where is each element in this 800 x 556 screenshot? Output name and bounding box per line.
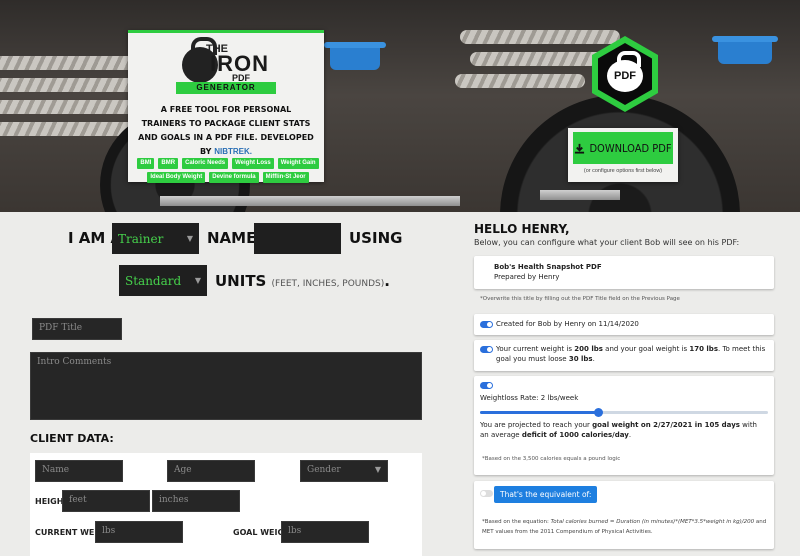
tag-weight-loss: Weight Loss <box>232 158 274 169</box>
weightloss-rate-slider[interactable] <box>480 408 768 417</box>
using-text: USING <box>349 229 403 247</box>
weightloss-rate-card: Weightloss Rate: 2 lbs/week You are proj… <box>474 376 774 475</box>
units-word: UNITS <box>215 272 267 290</box>
tag-bmr: BMR <box>158 158 179 169</box>
tag-bmi: BMI <box>137 158 155 169</box>
trainer-name-input[interactable] <box>254 223 341 254</box>
height-inches-input[interactable]: inches <box>152 490 240 512</box>
units-note: (FEET, INCHES, POUNDS) <box>271 279 385 289</box>
tag-ideal-body-weight: Ideal Body Weight <box>147 172 206 183</box>
created-card: Created for Bob by Henry on 11/14/2020 <box>474 314 774 335</box>
role-select[interactable]: Trainer ▼ <box>112 223 199 254</box>
client-name-input[interactable]: Name <box>35 460 123 482</box>
feature-tags: BMI BMR Caloric Needs Weight Loss Weight… <box>136 158 320 183</box>
weightloss-rate-toggle[interactable] <box>480 382 493 389</box>
projection-text: You are projected to reach your goal wei… <box>480 420 765 440</box>
role-value: Trainer <box>118 231 164 246</box>
deficit-value: deficit of 1000 calories/day <box>521 431 629 439</box>
barbell-image <box>160 196 460 206</box>
name-placeholder: Name <box>42 465 70 475</box>
client-age-input[interactable]: Age <box>167 460 255 482</box>
age-placeholder: Age <box>174 465 192 475</box>
text-segment: . <box>628 431 632 439</box>
goal-weight-value: 170 lbs <box>689 345 718 353</box>
intro-comments-textarea[interactable]: Intro Comments <box>30 352 422 420</box>
equation-note: *Based on the equation: Total calories b… <box>482 517 767 537</box>
equivalent-button[interactable]: That's the equivalent of: <box>494 486 598 503</box>
slider-thumb[interactable] <box>594 408 604 417</box>
inches-placeholder: inches <box>159 495 189 505</box>
download-pdf-button[interactable]: DOWNLOAD PDF <box>573 132 673 164</box>
tool-description: A FREE TOOL FOR PERSONAL TRAINERS TO PAC… <box>138 103 314 159</box>
weight-loss-value: 30 lbs <box>568 355 593 363</box>
rope-image <box>470 52 610 66</box>
chevron-down-icon: ▼ <box>374 465 381 474</box>
text-segment: Weightloss Rate: <box>480 394 541 402</box>
pdf-title-text: Bob's Health Snapshot PDF <box>494 263 602 271</box>
pdf-title-card: Bob's Health Snapshot PDF Prepared by He… <box>474 256 774 289</box>
download-note: (or configure options first below) <box>583 168 663 174</box>
configure-subtitle: Below, you can configure what your clien… <box>474 238 740 247</box>
weight-goal-text: Your current weight is 200 lbs and your … <box>496 344 766 364</box>
current-weight-placeholder: lbs <box>102 526 116 536</box>
units-value: Standard <box>125 273 182 288</box>
goal-weight-input[interactable]: lbs <box>281 521 369 543</box>
logo-ribbon: GENERATOR <box>176 82 276 94</box>
units-label: UNITS (FEET, INCHES, POUNDS). <box>215 271 390 290</box>
text-segment: . <box>592 355 595 363</box>
gender-placeholder: Gender <box>307 465 341 475</box>
units-select[interactable]: Standard ▼ <box>119 265 207 296</box>
text-segment: and your goal weight is <box>602 345 690 353</box>
rope-image <box>455 74 585 88</box>
created-toggle[interactable] <box>480 321 493 328</box>
slider-fill <box>480 411 599 414</box>
tag-mifflin-st-jeor: Mifflin-St Jeor <box>262 172 309 183</box>
client-data-heading: CLIENT DATA: <box>30 432 114 445</box>
current-weight-input[interactable]: lbs <box>95 521 183 543</box>
pdf-title-placeholder: PDF Title <box>39 323 83 333</box>
brand-link[interactable]: NIBTREK. <box>214 147 252 156</box>
hero-banner <box>0 0 800 212</box>
rate-label: Weightloss Rate: 2 lbs/week <box>480 393 578 403</box>
equivalent-card: That's the equivalent of: *Based on the … <box>474 481 774 549</box>
feet-placeholder: feet <box>69 495 87 505</box>
weight-goal-toggle[interactable] <box>480 346 493 353</box>
weight-goal-card: Your current weight is 200 lbs and your … <box>474 340 774 371</box>
intro-comments-placeholder: Intro Comments <box>37 357 112 367</box>
chevron-down-icon: ▼ <box>186 234 193 243</box>
goal-weight-placeholder: lbs <box>288 526 302 536</box>
chevron-down-icon: ▼ <box>194 276 201 285</box>
text-segment: Your current weight is <box>496 345 575 353</box>
download-card: DOWNLOAD PDF (or configure options first… <box>568 128 678 182</box>
created-text: Created for Bob by Henry on 11/14/2020 <box>496 320 639 328</box>
client-gender-select[interactable]: Gender ▼ <box>300 460 388 482</box>
text-segment: You are projected to reach your <box>480 421 593 429</box>
goal-date-value: goal weight on 2/27/2021 in 105 days <box>592 421 740 429</box>
download-label: DOWNLOAD PDF <box>589 141 672 155</box>
equivalent-toggle[interactable] <box>480 490 493 497</box>
iron-pdf-logo: THE IRON PDF GENERATOR <box>176 37 276 99</box>
current-weight-value: 200 lbs <box>574 345 603 353</box>
greeting-heading: HELLO HENRY, <box>474 222 570 236</box>
tag-weight-gain: Weight Gain <box>277 158 319 169</box>
tag-devine-formula: Devine formula <box>209 172 259 183</box>
height-feet-input[interactable]: feet <box>62 490 150 512</box>
rope-image <box>460 30 620 44</box>
bucket-image <box>712 36 778 64</box>
download-icon <box>575 143 585 154</box>
prepared-by-text: Prepared by Henry <box>494 273 560 281</box>
rate-value: 2 lbs/week <box>540 394 579 402</box>
text-segment: *Based on the equation: <box>482 519 551 525</box>
calorie-logic-note: *Based on the 3,500 calories equals a po… <box>482 456 621 462</box>
equation-text: Total calories burned = Duration (in min… <box>550 519 755 525</box>
barbell-image <box>540 190 620 200</box>
pdf-title-input[interactable]: PDF Title <box>32 318 122 340</box>
period-text: . <box>384 272 390 290</box>
tag-caloric-needs: Caloric Needs <box>182 158 229 169</box>
title-overwrite-note: *Overwrite this title by filling out the… <box>480 296 680 302</box>
pdf-badge-label: PDF <box>614 70 636 82</box>
bucket-image <box>324 42 386 70</box>
